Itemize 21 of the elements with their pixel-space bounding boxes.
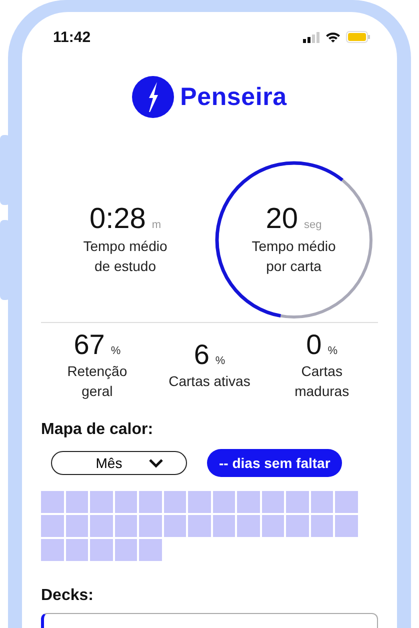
stat-label: Tempo médio por carta: [250, 237, 337, 276]
section-title: Decks:: [41, 587, 94, 605]
stat-unit: seg: [304, 219, 322, 231]
stat-unit: %: [215, 355, 226, 367]
stat-label: Retenção geral: [66, 362, 128, 401]
status-time: 11:42: [53, 28, 91, 46]
stat-label: Tempo médio de estudo: [82, 237, 168, 276]
brand-name: Penseira: [180, 82, 287, 112]
streak-button[interactable]: -- dias sem faltar: [207, 449, 342, 477]
section-title: Mapa de calor:: [41, 421, 154, 439]
stat-label: Cartas ativas: [168, 372, 252, 391]
stat-value: 0:28: [89, 203, 146, 236]
stat-value: 6: [194, 339, 210, 371]
stat-unit: %: [110, 345, 121, 357]
stat-value: 0: [306, 329, 322, 361]
stat-label: Cartas maduras: [294, 362, 350, 401]
stat-value: 20: [266, 203, 298, 236]
stat-unit: m: [152, 219, 162, 231]
period-dropdown[interactable]: Mês: [51, 451, 187, 475]
stat-value: 67: [74, 329, 105, 361]
stat-unit: %: [328, 345, 338, 357]
